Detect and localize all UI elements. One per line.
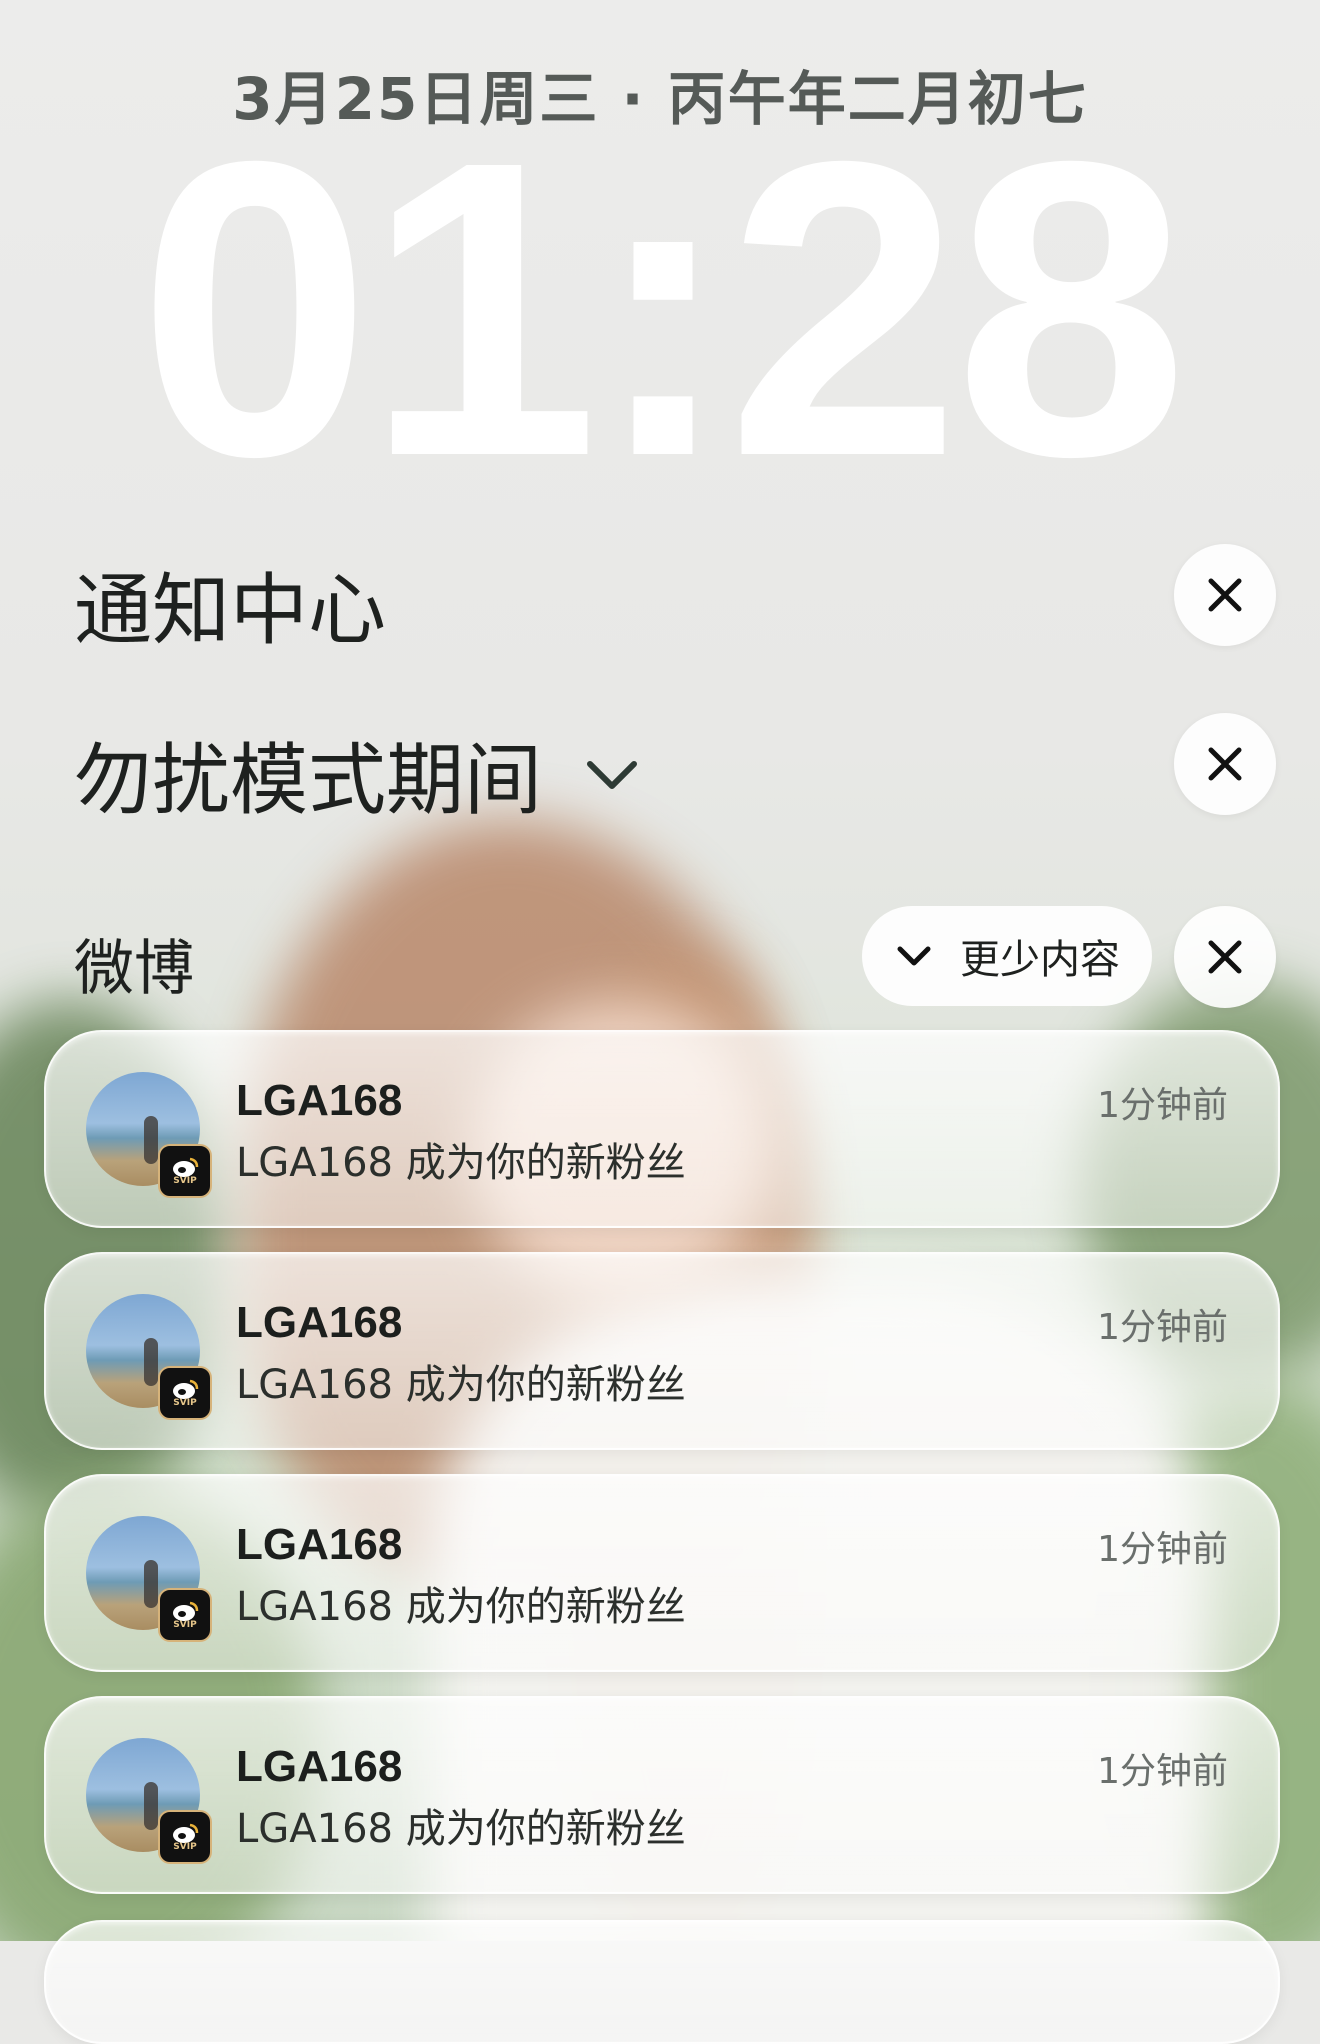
notification-body: LGA168 成为你的新粉丝 (236, 1584, 686, 1630)
chevron-down-icon (897, 946, 931, 966)
notification-card[interactable]: SVIP LGA168 LGA168 成为你的新粉丝 1分钟前 (44, 1252, 1280, 1450)
avatar: SVIP (86, 1738, 212, 1864)
close-icon (1208, 940, 1242, 974)
weibo-icon: SVIP (158, 1144, 212, 1198)
weibo-icon: SVIP (158, 1366, 212, 1420)
dnd-section-header[interactable]: 勿扰模式期间 (74, 718, 644, 830)
notification-card[interactable]: SVIP LGA168 LGA168 成为你的新粉丝 1分钟前 (44, 1030, 1280, 1228)
weibo-icon: SVIP (158, 1588, 212, 1642)
weibo-icon: SVIP (158, 1810, 212, 1864)
lockscreen-clock: 01:28 (137, 75, 1188, 544)
svip-badge-label: SVIP (173, 1176, 197, 1186)
avatar: SVIP (86, 1072, 212, 1198)
chevron-down-icon (587, 761, 638, 789)
notification-body: LGA168 成为你的新粉丝 (236, 1362, 686, 1408)
app-group-clear-button[interactable] (1174, 906, 1276, 1008)
notification-body: LGA168 成为你的新粉丝 (236, 1140, 686, 1186)
notification-time: 1分钟前 (1097, 1307, 1228, 1348)
notification-title: LGA168 (236, 1076, 403, 1125)
show-less-button[interactable]: 更少内容 (862, 906, 1152, 1006)
notification-center-title: 通知中心 (74, 566, 387, 656)
dnd-clear-button[interactable] (1174, 713, 1276, 815)
dnd-section-title: 勿扰模式期间 (74, 736, 543, 826)
notification-body: LGA168 成为你的新粉丝 (236, 1806, 686, 1852)
notification-card-partial[interactable] (44, 1920, 1280, 2044)
clear-all-button[interactable] (1174, 544, 1276, 646)
avatar: SVIP (86, 1516, 212, 1642)
notification-time: 1分钟前 (1097, 1085, 1228, 1126)
notification-card[interactable]: SVIP LGA168 LGA168 成为你的新粉丝 1分钟前 (44, 1474, 1280, 1672)
notification-time: 1分钟前 (1097, 1529, 1228, 1570)
show-less-label: 更少内容 (960, 937, 1120, 983)
close-icon (1208, 578, 1242, 612)
close-icon (1208, 747, 1242, 781)
notification-card[interactable]: SVIP LGA168 LGA168 成为你的新粉丝 1分钟前 (44, 1696, 1280, 1894)
notification-title: LGA168 (236, 1742, 403, 1791)
svip-badge-label: SVIP (173, 1620, 197, 1630)
notification-title: LGA168 (236, 1298, 403, 1347)
notification-title: LGA168 (236, 1520, 403, 1569)
app-group-label: 微博 (74, 934, 194, 1004)
svip-badge-label: SVIP (173, 1398, 197, 1408)
svip-badge-label: SVIP (173, 1842, 197, 1852)
notification-time: 1分钟前 (1097, 1751, 1228, 1792)
avatar: SVIP (86, 1294, 212, 1420)
